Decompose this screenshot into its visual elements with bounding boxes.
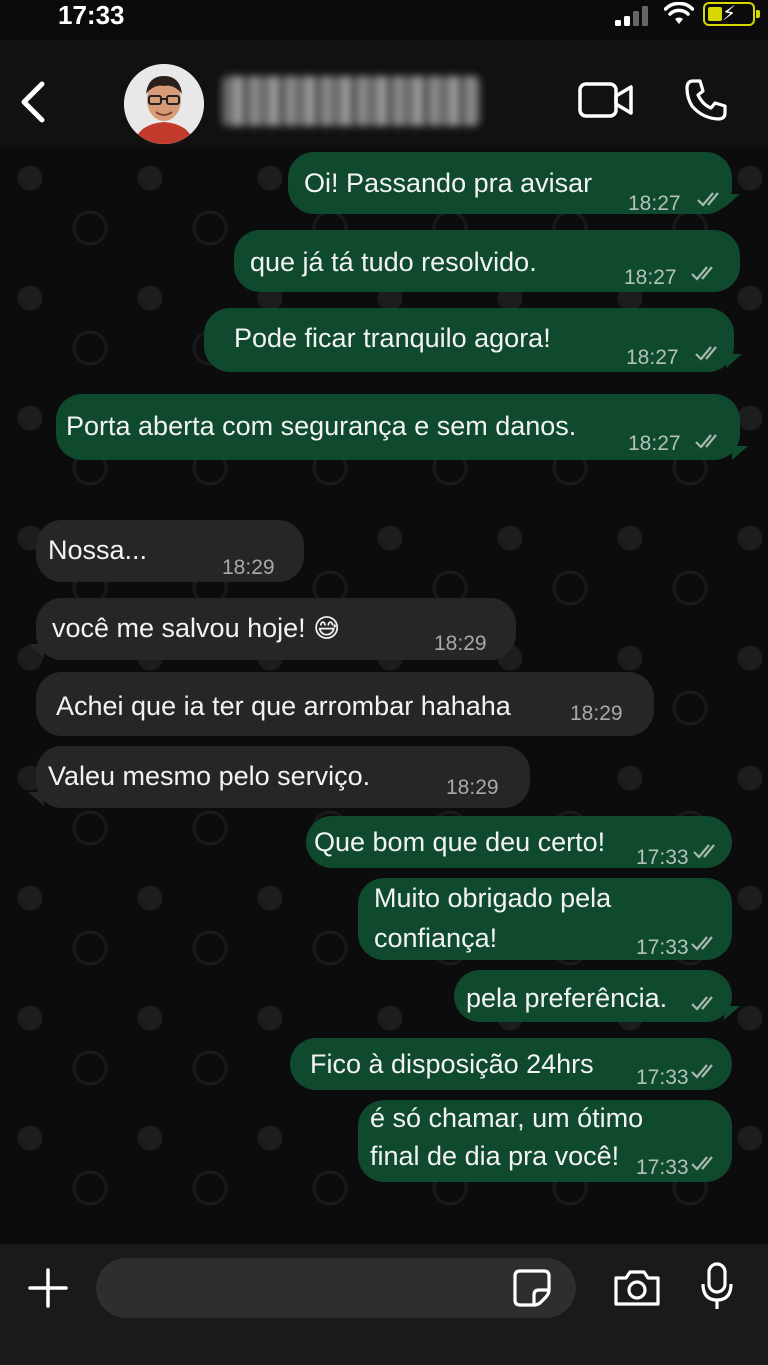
read-checkmarks-icon	[691, 936, 713, 951]
incoming-message[interactable]: Valeu mesmo pelo serviço. 18:29	[36, 746, 530, 808]
contact-avatar[interactable]	[124, 64, 204, 144]
message-text: Oi! Passando pra avisar	[304, 168, 593, 198]
read-checkmarks-icon	[691, 996, 713, 1011]
read-checkmarks-icon	[691, 1064, 713, 1079]
outgoing-message[interactable]: Pode ficar tranquilo agora! 18:27	[204, 308, 734, 372]
status-bar: 17:33 ⚡	[0, 0, 768, 44]
message-text: que já tá tudo resolvido.	[250, 247, 537, 277]
sweat-smile-emoji-icon: 😅	[313, 613, 341, 643]
camera-icon[interactable]	[612, 1268, 662, 1308]
message-time: 18:27	[628, 432, 681, 455]
message-time: 17:33	[636, 936, 689, 959]
outgoing-message[interactable]: Fico à disposição 24hrs 17:33	[290, 1038, 732, 1090]
message-text: Achei que ia ter que arrombar hahaha	[56, 691, 511, 721]
read-checkmarks-icon	[693, 844, 715, 859]
read-checkmarks-icon	[691, 1156, 713, 1171]
message-composer	[0, 1244, 768, 1365]
read-checkmarks-icon	[695, 346, 717, 361]
message-input[interactable]	[96, 1258, 576, 1318]
incoming-message[interactable]: você me salvou hoje! 😅 18:29	[36, 598, 516, 660]
chat-messages-area[interactable]: Oi! Passando pra avisar 18:27 que já tá …	[0, 148, 768, 1244]
outgoing-message[interactable]: Oi! Passando pra avisar 18:27	[288, 152, 732, 215]
read-checkmarks-icon	[697, 192, 719, 207]
message-time: 18:29	[434, 632, 487, 655]
message-text: Valeu mesmo pelo serviço.	[48, 761, 371, 791]
message-text: Nossa...	[48, 535, 148, 565]
message-text: pela preferência.	[466, 983, 668, 1013]
read-checkmarks-icon	[695, 434, 717, 449]
message-text-line-1: Muito obrigado pela	[374, 883, 612, 913]
outgoing-message[interactable]: Muito obrigado pela confiança! 17:33	[358, 878, 732, 960]
message-time: 17:33	[636, 1156, 689, 1179]
video-call-icon[interactable]	[578, 80, 634, 120]
message-text-line-2: final de dia pra você!	[370, 1141, 620, 1171]
sticker-icon[interactable]	[512, 1268, 552, 1308]
cellular-signal-icon	[615, 6, 655, 26]
incoming-message[interactable]: Achei que ia ter que arrombar hahaha 18:…	[36, 672, 654, 736]
outgoing-message[interactable]: é só chamar, um ótimo final de dia pra v…	[358, 1100, 732, 1182]
message-time: 18:27	[628, 192, 681, 215]
outgoing-message[interactable]: que já tá tudo resolvido. 18:27	[234, 230, 740, 292]
message-text: você me salvou hoje! 😅	[52, 613, 341, 643]
microphone-icon[interactable]	[700, 1262, 734, 1312]
message-text-line-2: confiança!	[374, 923, 498, 953]
message-time: 18:27	[624, 266, 677, 289]
message-time: 17:33	[636, 846, 689, 869]
chat-header	[0, 40, 768, 148]
message-text: Que bom que deu certo!	[314, 827, 606, 857]
message-time: 18:29	[570, 702, 623, 725]
charging-bolt-icon: ⚡	[722, 3, 737, 25]
phone-call-icon[interactable]	[684, 78, 728, 122]
back-chevron-icon[interactable]	[16, 80, 52, 124]
message-text: Porta aberta com segurança e sem danos.	[66, 411, 577, 441]
battery-icon: ⚡	[703, 2, 760, 26]
message-time: 18:27	[626, 346, 679, 369]
message-text: Pode ficar tranquilo agora!	[234, 323, 551, 353]
read-checkmarks-icon	[691, 266, 713, 281]
contact-name-redacted[interactable]	[222, 76, 480, 126]
outgoing-message[interactable]: Que bom que deu certo! 17:33	[306, 816, 732, 869]
message-time: 17:33	[636, 1066, 689, 1089]
message-text-line-1: é só chamar, um ótimo	[370, 1103, 644, 1133]
status-time: 17:33	[58, 0, 125, 30]
outgoing-message[interactable]: pela preferência.	[454, 970, 732, 1022]
outgoing-message[interactable]: Porta aberta com segurança e sem danos. …	[56, 394, 740, 460]
wifi-icon	[664, 2, 694, 24]
incoming-message[interactable]: Nossa... 18:29	[36, 520, 304, 582]
message-time: 18:29	[222, 556, 275, 579]
message-text: Fico à disposição 24hrs	[310, 1049, 594, 1079]
plus-icon[interactable]	[28, 1268, 68, 1308]
message-time: 18:29	[446, 776, 499, 799]
